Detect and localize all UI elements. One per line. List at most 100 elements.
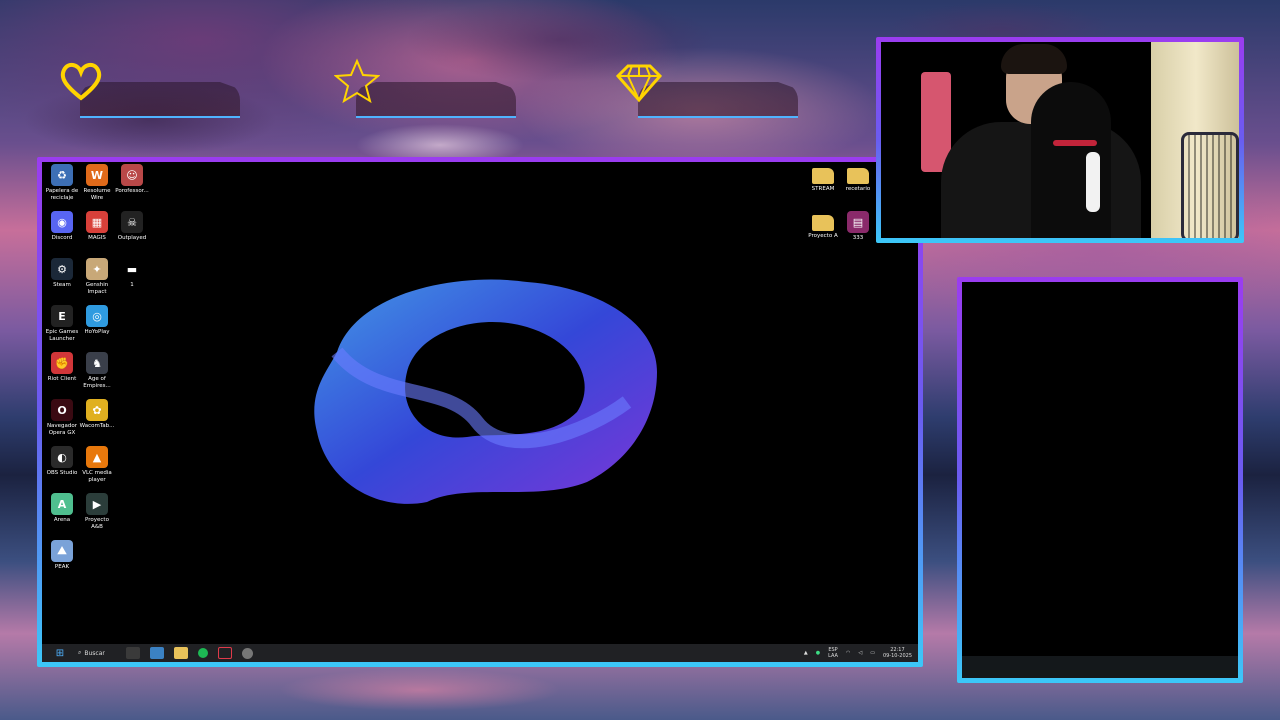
stat-box xyxy=(80,82,240,118)
desktop-icon-label: Porofessor... xyxy=(115,188,149,194)
desktop-icon[interactable]: ✿ WacomTab... xyxy=(79,399,115,430)
desktop-icon-label: Arena xyxy=(53,517,71,523)
desktop-icon-label: 333 xyxy=(852,235,864,241)
desktop-icon-label: Genshin Impact xyxy=(85,282,109,295)
heart-icon xyxy=(58,58,104,104)
resolume-wire-icon: W xyxy=(86,164,108,186)
recycle-bin-icon: ♻ xyxy=(51,164,73,186)
dog-collar xyxy=(1053,140,1097,146)
chat-footer xyxy=(962,656,1238,678)
language-indicator[interactable]: ESP LAA xyxy=(828,647,838,659)
desktop-icon[interactable]: Proyecto A xyxy=(805,211,841,240)
desktop-icon-label: Outplayed xyxy=(117,235,147,241)
vlc-icon: ▲ xyxy=(86,446,108,468)
chair xyxy=(1181,132,1239,238)
task-view-icon[interactable] xyxy=(125,647,140,659)
desktop-icon[interactable]: ▶ Proyecto A&B xyxy=(79,493,115,531)
desktop-icon[interactable]: ◐ OBS Studio xyxy=(44,446,80,477)
desktop-icon-label: 1 xyxy=(130,282,134,288)
system-tray: ▲ ● ESP LAA ◠ ◁ ▭ 22:17 09-10-2025 xyxy=(804,647,912,659)
file-explorer-icon[interactable] xyxy=(173,647,188,659)
stat-box xyxy=(356,82,516,118)
desktop-icon[interactable]: ⚙ Steam xyxy=(44,258,80,289)
webcam-frame xyxy=(876,37,1244,243)
desktop-icon-label: recetario xyxy=(845,186,871,192)
stat-box xyxy=(638,82,798,118)
genshin-icon: ✦ xyxy=(86,258,108,280)
wallpaper-ribbon xyxy=(314,279,657,504)
star-icon xyxy=(333,58,381,104)
file-icon: ▬ xyxy=(121,258,143,280)
chevron-up-icon[interactable]: ▲ xyxy=(804,650,808,656)
desktop-icon[interactable]: recetario xyxy=(840,164,876,193)
search-icon: ⌕ xyxy=(78,649,82,656)
epic-games-icon: E xyxy=(51,305,73,327)
winrar-icon: ▤ xyxy=(847,211,869,233)
folder-icon xyxy=(847,168,869,184)
start-button[interactable]: ⊞ xyxy=(53,647,67,659)
porofessor-taskbar-icon[interactable] xyxy=(241,647,253,659)
desktop-icon[interactable]: O Navegador Opera GX xyxy=(44,399,80,437)
desktop-icon[interactable]: ▤ 333 xyxy=(840,211,876,242)
folder-icon xyxy=(812,168,834,184)
wacom-icon: ✿ xyxy=(86,399,108,421)
steam-icon: ⚙ xyxy=(51,258,73,280)
arena-icon: A xyxy=(51,493,73,515)
search-label: Buscar xyxy=(84,649,105,657)
desktop-icon[interactable]: ⛰ PEAK xyxy=(44,540,80,571)
taskbar-search[interactable]: ⌕ Buscar xyxy=(78,649,105,657)
spotify-icon[interactable] xyxy=(197,648,208,658)
chat-panel-frame xyxy=(957,277,1243,683)
desktop-icon-label: STREAM xyxy=(811,186,835,192)
opera-gx-icon: O xyxy=(51,399,73,421)
desktop-icon[interactable]: ✊ Riot Client xyxy=(44,352,80,383)
folder-icon xyxy=(812,215,834,231)
magis-icon: ▦ xyxy=(86,211,108,233)
webcam-feed xyxy=(881,42,1239,238)
stat-badge-diamond xyxy=(615,58,806,120)
wifi-icon[interactable]: ◠ xyxy=(846,650,850,656)
desktop-icon[interactable]: E Epic Games Launcher xyxy=(44,305,80,343)
desktop-icon-label: Resolume Wire xyxy=(83,188,111,201)
dog-chest xyxy=(1086,152,1100,212)
desktop-icon-label: Steam xyxy=(53,282,71,288)
desktop-icon[interactable]: STREAM xyxy=(805,164,841,193)
stat-badge-heart xyxy=(58,58,248,120)
desktop-icon[interactable]: ♻ Papelera de reciclaje xyxy=(44,164,80,202)
desktop-icon-label: Riot Client xyxy=(47,376,77,382)
desktop-icon-label: Papelera de reciclaje xyxy=(45,188,79,201)
outplayed-icon: ☠ xyxy=(121,211,143,233)
desktop-icon[interactable]: ◎ HoYoPlay xyxy=(79,305,115,336)
desktop-icon-label: Proyecto A&B xyxy=(85,517,109,530)
desktop-icon[interactable]: ▦ MAGIS xyxy=(79,211,115,242)
clock[interactable]: 22:17 09-10-2025 xyxy=(883,647,912,659)
photos-icon[interactable] xyxy=(149,647,164,659)
streamer-hair xyxy=(1001,44,1067,74)
desktop-icon[interactable]: ✦ Genshin Impact xyxy=(79,258,115,296)
microphone-icon[interactable]: ● xyxy=(816,650,820,656)
peak-icon: ⛰ xyxy=(51,540,73,562)
chat-panel xyxy=(962,282,1238,678)
desktop-icon-label: WacomTab... xyxy=(79,423,115,429)
desktop-icon[interactable]: ◉ Discord xyxy=(44,211,80,242)
hoyoplay-icon: ◎ xyxy=(86,305,108,327)
desktop-icon-label: HoYoPlay xyxy=(84,329,110,335)
desktop-icon[interactable]: ☺ Porofessor... xyxy=(114,164,150,195)
desktop-icon-label: Navegador Opera GX xyxy=(46,423,78,436)
desktop-icon-label: MAGIS xyxy=(88,235,106,241)
desktop-icon[interactable]: W Resolume Wire xyxy=(79,164,115,202)
desktop-icon[interactable]: A Arena xyxy=(44,493,80,524)
desktop-icon[interactable]: ☠ Outplayed xyxy=(114,211,150,242)
desktop-icon-label: Discord xyxy=(51,235,73,241)
desktop-icon[interactable]: ▲ VLC media player xyxy=(79,446,115,484)
desktop-icon-label: OBS Studio xyxy=(46,470,78,476)
opera-gx-taskbar-icon[interactable] xyxy=(217,647,232,659)
desktop-icon-label: Proyecto A xyxy=(808,233,838,239)
desktop-icon[interactable]: ♞ Age of Empires... xyxy=(79,352,115,390)
obs-icon: ◐ xyxy=(51,446,73,468)
riot-client-icon: ✊ xyxy=(51,352,73,374)
desktop-icon[interactable]: ▬ 1 xyxy=(114,258,150,289)
volume-icon[interactable]: ◁ xyxy=(858,650,862,656)
battery-icon[interactable]: ▭ xyxy=(870,650,875,656)
desktop-icon-label: Epic Games Launcher xyxy=(45,329,79,342)
